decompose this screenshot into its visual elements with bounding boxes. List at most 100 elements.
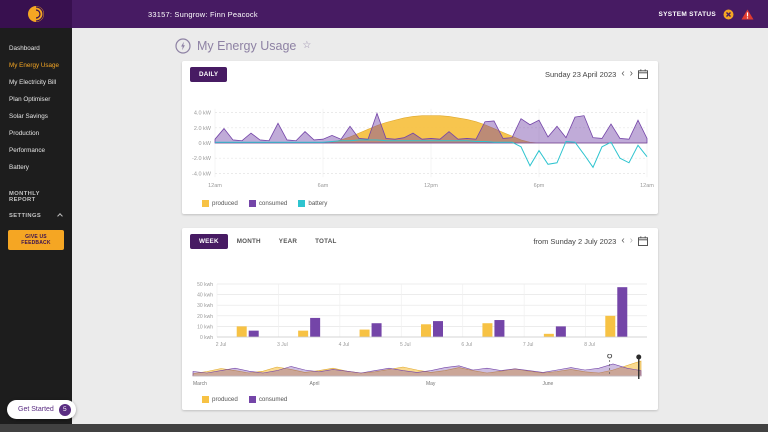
svg-text:7 Jul: 7 Jul [523,342,534,348]
calendar-icon[interactable] [638,69,648,79]
svg-text:2.0 kW: 2.0 kW [194,126,212,132]
sidebar-item-my-electricity-bill[interactable]: My Electricity Bill [0,74,72,91]
tab-year[interactable]: YEAR [270,234,306,249]
produced-bar[interactable] [605,315,616,337]
legend-label: produced [212,200,238,207]
daily-button[interactable]: DAILY [190,67,228,82]
weekly-chart: 0 kwh 10 kwh 20 kwh 30 kwh 40 kwh 50 kwh 2 Jul… [197,282,647,348]
legend-battery: battery [298,200,327,207]
sidebar-item-dashboard[interactable]: Dashboard [0,40,72,57]
produced-bar[interactable] [236,326,247,337]
sidebar-item-battery[interactable]: Battery [0,159,72,176]
daily-chart: 12am 6am 12pm 6pm 12am 4.0 kW 2.0 kW 0 kW -2.0 k… [192,108,654,189]
battery-swatch [298,200,306,207]
legend-label: consumed [258,200,288,207]
svg-text:-2.0 kW: -2.0 kW [192,156,212,162]
weekly-chart-area: 0 kwh 10 kwh 20 kwh 30 kwh 40 kwh 50 kwh 2 Jul… [185,280,655,355]
svg-text:50 kwh: 50 kwh [197,282,213,288]
legend-label: produced [212,396,238,403]
svg-text:12am: 12am [208,183,222,189]
get-started-label: Get Started [18,406,54,413]
chevron-up-icon [57,213,63,219]
produced-bar[interactable] [298,330,309,337]
consumed-bar[interactable] [371,323,382,337]
sidebar-item-my-energy-usage[interactable]: My Energy Usage [0,57,72,74]
svg-text:2 Jul: 2 Jul [216,342,227,348]
prev-day-icon[interactable]: ‹ [621,69,624,79]
daily-date-controls: Sunday 23 April 2023 ‹ › [545,69,648,79]
page-header: My Energy Usage ☆ [175,38,311,54]
sidebar-item-settings[interactable]: SETTINGS [0,208,72,224]
sidebar-item-monthly-report[interactable]: MONTHLY REPORT [0,186,72,208]
settings-label: SETTINGS [9,213,42,219]
svg-text:12pm: 12pm [424,183,438,189]
consumed-bar[interactable] [494,320,505,337]
daily-legend: produced consumed battery [202,200,327,207]
daily-usage-card: DAILY Sunday 23 April 2023 ‹ › 12am 6am 12… [182,61,658,214]
svg-text:5 Jul: 5 Jul [400,342,411,348]
timeline-area: March April May June [185,353,655,397]
consumed-bar[interactable] [310,317,321,337]
svg-text:April: April [309,381,319,387]
get-started-badge: 5 [58,403,71,416]
consumed-bar[interactable] [433,321,443,337]
favorite-star-icon[interactable]: ☆ [302,41,311,51]
svg-text:6 Jul: 6 Jul [461,342,472,348]
consumed-bar[interactable] [248,330,259,337]
consumed-bar[interactable] [555,326,566,337]
legend-produced: produced [202,396,238,403]
next-week-icon[interactable]: › [630,236,633,246]
system-status-area: SYSTEM STATUS [659,9,768,20]
sidebar-item-solar-savings[interactable]: Solar Savings [0,108,72,125]
warning-triangle-icon[interactable] [741,9,754,20]
legend-label: consumed [258,396,288,403]
svg-text:12am: 12am [640,183,654,189]
legend-produced: produced [202,200,238,207]
svg-text:May: May [426,381,436,387]
next-day-icon[interactable]: › [630,69,633,79]
svg-text:8 Jul: 8 Jul [584,342,595,348]
prev-week-icon[interactable]: ‹ [621,236,624,246]
legend-consumed: consumed [248,200,288,207]
status-error-icon[interactable] [723,9,734,20]
svg-text:20 kwh: 20 kwh [197,314,213,320]
produced-bar[interactable] [421,324,431,337]
app-logo[interactable] [0,0,72,28]
tab-week[interactable]: WEEK [190,234,228,249]
tab-month[interactable]: MONTH [228,234,270,249]
produced-bar[interactable] [359,329,370,337]
calendar-icon[interactable] [638,236,648,246]
sidebar-item-performance[interactable]: Performance [0,142,72,159]
energy-usage-icon [175,38,191,54]
account-title: 33157: Sungrow: Finn Peacock [148,9,258,19]
svg-text:40 kwh: 40 kwh [197,293,213,299]
system-status-label: SYSTEM STATUS [658,10,716,18]
svg-text:4.0 kW: 4.0 kW [194,111,212,117]
svg-text:30 kwh: 30 kwh [197,303,213,309]
solar-analytics-logo-icon [28,6,44,22]
timeline-chart[interactable]: March April May June [185,353,655,392]
consumed-swatch [248,200,256,207]
svg-text:6am: 6am [318,183,329,189]
daily-date-label: Sunday 23 April 2023 [545,69,617,79]
weekly-date-label: from Sunday 2 July 2023 [533,236,617,246]
legend-label: battery [308,200,328,207]
daily-chart-area: 12am 6am 12pm 6pm 12am 4.0 kW 2.0 kW 0 kW -2.0 k… [185,85,655,194]
svg-text:0 kW: 0 kW [198,141,211,147]
weekly-usage-card: WEEK MONTH YEAR TOTAL from Sunday 2 July… [182,228,658,410]
give-feedback-button[interactable]: GIVE US FEEDBACK [8,230,64,250]
svg-text:3 Jul: 3 Jul [277,342,288,348]
top-bar: 33157: Sungrow: Finn Peacock SYSTEM STAT… [0,0,768,28]
tab-total[interactable]: TOTAL [306,234,345,249]
get-started-button[interactable]: Get Started 5 [7,400,76,419]
produced-swatch [202,200,209,207]
sidebar: Dashboard My Energy Usage My Electricity… [0,28,72,424]
period-tabs: WEEK MONTH YEAR TOTAL [190,234,346,249]
svg-text:6pm: 6pm [534,183,545,189]
consumed-bar[interactable] [617,287,628,337]
sidebar-item-production[interactable]: Production [0,125,72,142]
produced-bar[interactable] [543,333,554,337]
produced-bar[interactable] [482,323,493,337]
svg-text:10 kwh: 10 kwh [197,324,213,330]
sidebar-item-plan-optimiser[interactable]: Plan Optimiser [0,91,72,108]
